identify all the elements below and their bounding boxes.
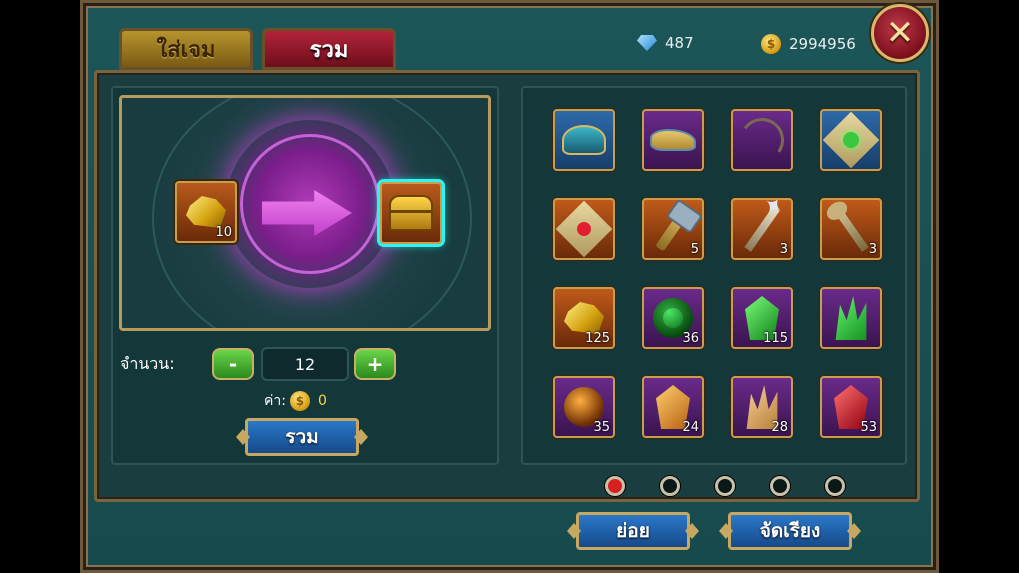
disassemble-button[interactable]: ย่อย: [576, 512, 690, 550]
inventory-slot[interactable]: 3: [820, 198, 882, 260]
bow-icon: [736, 114, 788, 166]
green-crystal-icon: [835, 296, 867, 340]
inventory-slot[interactable]: [642, 109, 704, 171]
hat-icon: [562, 125, 606, 155]
tab-combine[interactable]: รวม: [262, 28, 396, 70]
quantity-input[interactable]: [261, 347, 349, 381]
inventory-slot[interactable]: [731, 109, 793, 171]
page-dot[interactable]: [825, 476, 845, 496]
page-dot[interactable]: [660, 476, 680, 496]
source-item-slot[interactable]: 10: [175, 181, 237, 243]
inventory-slot-qty: 5: [690, 242, 699, 257]
inventory-slot-qty: 3: [779, 242, 788, 257]
coin-icon: $: [289, 391, 310, 411]
page-indicator: [605, 476, 845, 496]
mace-icon: [655, 206, 691, 252]
inventory-slot-qty: 125: [585, 331, 610, 346]
page-dot[interactable]: [770, 476, 790, 496]
sort-button[interactable]: จัดเรียง: [728, 512, 852, 550]
combine-button[interactable]: รวม: [245, 418, 359, 456]
inventory-slot[interactable]: 5: [642, 198, 704, 260]
key-icon: [833, 206, 869, 252]
green-scroll-icon: [822, 111, 880, 169]
coin-icon: $: [761, 34, 781, 54]
star-staff-icon: [744, 206, 780, 252]
inventory-slot[interactable]: [553, 198, 615, 260]
close-icon: ✕: [885, 13, 915, 53]
inventory-slot[interactable]: 53: [820, 376, 882, 438]
cost-value: 0: [317, 393, 327, 409]
inventory-slot[interactable]: 24: [642, 376, 704, 438]
gold-ore-icon: [186, 196, 226, 228]
gem-amount: 487: [665, 34, 694, 52]
cost-label: ค่า:: [264, 393, 286, 409]
inventory-slot[interactable]: [553, 109, 615, 171]
inventory-slot-qty: 35: [593, 420, 610, 435]
treasure-chest-icon: [389, 195, 433, 231]
inventory-slot[interactable]: 115: [731, 287, 793, 349]
inventory-slot-qty: 24: [682, 420, 699, 435]
inventory-slot-qty: 53: [860, 420, 877, 435]
amount-label: จำนวน:: [120, 354, 175, 373]
gem-counter: 487: [637, 34, 694, 52]
source-item-qty: 10: [215, 225, 232, 240]
inventory-slot[interactable]: 35: [553, 376, 615, 438]
inventory-slot[interactable]: 125: [553, 287, 615, 349]
shoe-icon: [650, 129, 696, 151]
result-item-slot[interactable]: [380, 182, 442, 244]
inventory-slot[interactable]: 3: [731, 198, 793, 260]
inventory-slot-qty: 36: [682, 331, 699, 346]
gold-ore-icon: [564, 302, 604, 334]
inventory-slot-qty: 115: [763, 331, 788, 346]
inventory-slot[interactable]: [820, 109, 882, 171]
increase-button[interactable]: +: [354, 348, 396, 380]
inventory-slot-qty: 3: [868, 242, 877, 257]
tab-socket-gem[interactable]: ใส่เจม: [119, 28, 253, 70]
inventory-slot-qty: 28: [771, 420, 788, 435]
inventory-slot[interactable]: 36: [642, 287, 704, 349]
page-dot[interactable]: [605, 476, 625, 496]
inventory-slot[interactable]: 28: [731, 376, 793, 438]
gold-counter: $ 2994956: [761, 34, 856, 54]
close-button[interactable]: ✕: [871, 4, 929, 62]
inventory-slot[interactable]: [820, 287, 882, 349]
gold-amount: 2994956: [789, 35, 856, 53]
cost-row: ค่า: $ 0: [264, 390, 327, 412]
decrease-button[interactable]: -: [212, 348, 254, 380]
page-dot[interactable]: [715, 476, 735, 496]
red-scroll-icon: [555, 200, 613, 258]
diamond-icon: [637, 35, 657, 51]
